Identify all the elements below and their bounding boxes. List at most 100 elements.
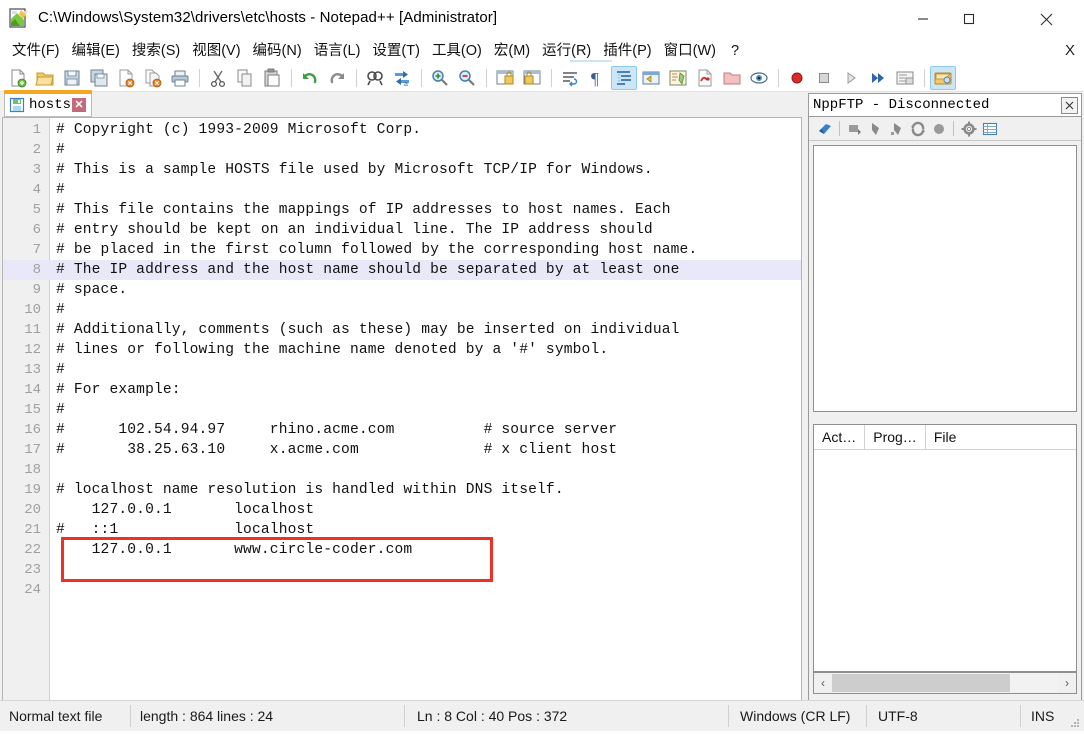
- editor-line[interactable]: 23: [3, 560, 801, 580]
- run-multi-macro-icon[interactable]: [865, 66, 891, 90]
- nppftp-close-icon[interactable]: [1061, 97, 1078, 114]
- editor-line[interactable]: 2 #: [3, 140, 801, 160]
- editor-line[interactable]: 15 #: [3, 400, 801, 420]
- scrollbar-track[interactable]: [832, 673, 1058, 693]
- menu-macro[interactable]: 宏(M): [488, 38, 536, 64]
- menu-edit[interactable]: 编辑(E): [66, 38, 126, 64]
- monitoring-icon[interactable]: [746, 66, 772, 90]
- menu-language[interactable]: 语言(L): [308, 38, 367, 64]
- editor-line[interactable]: 9 # space.: [3, 280, 801, 300]
- editor-line[interactable]: 12 # lines or following the machine name …: [3, 340, 801, 360]
- editor-line[interactable]: 4 #: [3, 180, 801, 200]
- ftp-messages-icon[interactable]: [979, 119, 1000, 139]
- zoom-in-icon[interactable]: [427, 66, 453, 90]
- ftp-abort-icon[interactable]: [928, 119, 949, 139]
- record-macro-icon[interactable]: [784, 66, 810, 90]
- nppftp-horizontal-scrollbar[interactable]: ‹ ›: [813, 672, 1077, 694]
- menu-view[interactable]: 视图(V): [186, 38, 246, 64]
- folder-workspace-icon[interactable]: [719, 66, 745, 90]
- ftp-connect-icon[interactable]: [814, 119, 835, 139]
- function-list-icon[interactable]: [692, 66, 718, 90]
- cut-icon[interactable]: [205, 66, 231, 90]
- close-all-icon[interactable]: [140, 66, 166, 90]
- close-file-icon[interactable]: [113, 66, 139, 90]
- line-text: 127.0.0.1 localhost: [56, 502, 315, 518]
- editor-line[interactable]: 8 # The IP address and the host name shou…: [3, 260, 801, 280]
- scroll-left-arrow-icon[interactable]: ‹: [814, 673, 832, 693]
- editor-line[interactable]: 14 # For example:: [3, 380, 801, 400]
- find-icon[interactable]: [362, 66, 388, 90]
- editor-line[interactable]: 7 # be placed in the first column followe…: [3, 240, 801, 260]
- ftp-settings-icon[interactable]: [958, 119, 979, 139]
- menu-encoding[interactable]: 编码(N): [247, 38, 308, 64]
- editor-line[interactable]: 19 # localhost name resolution is handled…: [3, 480, 801, 500]
- editor-line[interactable]: 18: [3, 460, 801, 480]
- menu-settings[interactable]: 设置(T): [366, 38, 426, 64]
- play-macro-icon[interactable]: [838, 66, 864, 90]
- editor-line[interactable]: 6 # entry should be kept on an individual…: [3, 220, 801, 240]
- stop-macro-icon[interactable]: [811, 66, 837, 90]
- tab-close-icon[interactable]: ✕: [72, 97, 87, 112]
- ftp-download-icon[interactable]: [844, 119, 865, 139]
- ftp-refresh-icon[interactable]: [907, 119, 928, 139]
- editor-line[interactable]: 10 #: [3, 300, 801, 320]
- replace-icon[interactable]: a: [389, 66, 415, 90]
- line-text: 127.0.0.1 www.circle-coder.com: [56, 542, 413, 558]
- editor-line[interactable]: 21 # ::1 localhost: [3, 520, 801, 540]
- editor-line[interactable]: 24: [3, 580, 801, 600]
- sync-horizontal-icon[interactable]: [519, 66, 545, 90]
- nppftp-file-tree[interactable]: [813, 145, 1077, 412]
- menu-window[interactable]: 窗口(W): [658, 38, 722, 64]
- save-macro-icon[interactable]: [892, 66, 918, 90]
- open-file-icon[interactable]: [32, 66, 58, 90]
- resize-grip-icon[interactable]: [1069, 716, 1081, 728]
- line-text: # lines or following the machine name de…: [56, 342, 609, 358]
- show-all-chars-icon[interactable]: ¶: [584, 66, 610, 90]
- zoom-out-icon[interactable]: [454, 66, 480, 90]
- maximize-button[interactable]: [946, 0, 992, 38]
- close-document-button[interactable]: X: [1065, 38, 1075, 64]
- menu-file[interactable]: 文件(F): [6, 38, 66, 64]
- scrollbar-thumb[interactable]: [832, 674, 1010, 692]
- editor-line[interactable]: 22 127.0.0.1 www.circle-coder.com: [3, 540, 801, 560]
- minimize-button[interactable]: [900, 0, 946, 38]
- nppftp-toolbar-separator: [953, 121, 954, 136]
- editor-line[interactable]: 1 # Copyright (c) 1993-2009 Microsoft Cor…: [3, 120, 801, 140]
- menu-search[interactable]: 搜索(S): [126, 38, 186, 64]
- ftp-upload-other-icon[interactable]: [886, 119, 907, 139]
- tab-hosts[interactable]: hosts ✕: [4, 90, 93, 117]
- editor-line[interactable]: 3 # This is a sample HOSTS file used by M…: [3, 160, 801, 180]
- new-file-icon[interactable]: [5, 66, 31, 90]
- redo-icon[interactable]: [324, 66, 350, 90]
- ftp-tab-file[interactable]: File: [926, 425, 965, 449]
- editor-line[interactable]: 11 # Additionally, comments (such as thes…: [3, 320, 801, 340]
- sync-vertical-icon[interactable]: [492, 66, 518, 90]
- menu-tools[interactable]: 工具(O): [426, 38, 488, 64]
- editor-line[interactable]: 17 # 38.25.63.10 x.acme.com # x client ho…: [3, 440, 801, 460]
- print-icon[interactable]: [167, 66, 193, 90]
- ftp-tab-actions[interactable]: Act…: [814, 425, 866, 449]
- editor-line[interactable]: 5 # This file contains the mappings of IP…: [3, 200, 801, 220]
- user-lang-icon[interactable]: [638, 66, 664, 90]
- paste-icon[interactable]: [259, 66, 285, 90]
- editor-line[interactable]: 16 # 102.54.94.97 rhino.acme.com # source…: [3, 420, 801, 440]
- ftp-upload-icon[interactable]: [865, 119, 886, 139]
- line-text: #: [56, 402, 65, 418]
- close-button[interactable]: [1023, 0, 1069, 38]
- editor-area[interactable]: 1 # Copyright (c) 1993-2009 Microsoft Cor…: [2, 117, 802, 701]
- nppftp-splitter[interactable]: [809, 418, 1081, 422]
- copy-icon[interactable]: [232, 66, 258, 90]
- undo-icon[interactable]: [297, 66, 323, 90]
- indent-guide-icon[interactable]: [611, 65, 637, 90]
- doc-map-icon[interactable]: [665, 66, 691, 90]
- editor-line[interactable]: 20 127.0.0.1 localhost: [3, 500, 801, 520]
- ftp-tab-progress[interactable]: Prog…: [865, 425, 926, 449]
- menu-help[interactable]: ?: [722, 38, 748, 64]
- save-all-icon[interactable]: [86, 66, 112, 90]
- show-nppftp-icon[interactable]: [930, 65, 956, 90]
- word-wrap-icon[interactable]: [557, 66, 583, 90]
- scroll-right-arrow-icon[interactable]: ›: [1058, 673, 1076, 693]
- save-icon[interactable]: [59, 66, 85, 90]
- line-text: #: [56, 302, 65, 318]
- editor-line[interactable]: 13 #: [3, 360, 801, 380]
